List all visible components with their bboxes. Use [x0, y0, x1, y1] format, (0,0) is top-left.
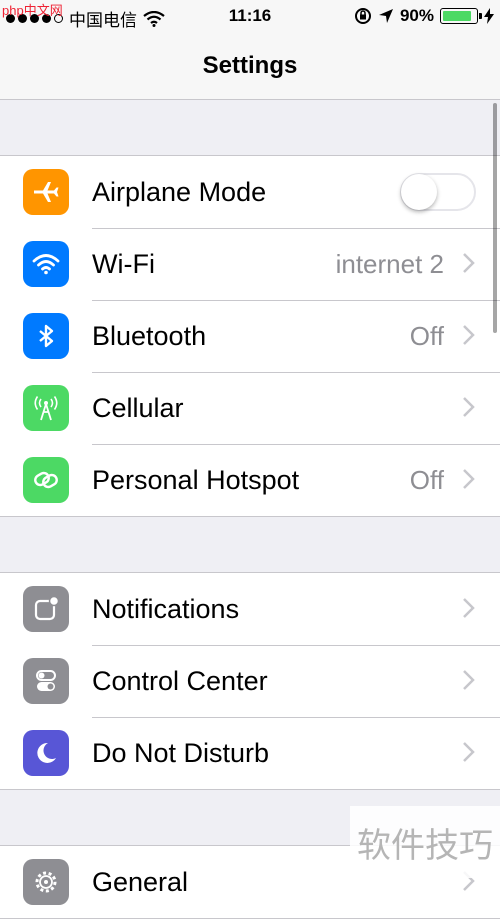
settings-row-bluetooth[interactable]: Bluetooth Off [0, 300, 500, 372]
bluetooth-icon [23, 313, 69, 359]
airplane-icon [23, 169, 69, 215]
control-center-icon [23, 658, 69, 704]
settings-row-do-not-disturb[interactable]: Do Not Disturb [0, 717, 500, 789]
row-value: Off [409, 321, 444, 351]
settings-row-personal-hotspot[interactable]: Personal Hotspot Off [0, 444, 500, 516]
location-arrow-icon [378, 9, 393, 23]
status-right: 90% [354, 6, 494, 26]
settings-list: Airplane Mode Wi-Fi internet 2 Bluetooth… [0, 100, 500, 919]
row-label: Cellular [92, 393, 184, 423]
settings-row-airplane-mode[interactable]: Airplane Mode [0, 156, 500, 228]
row-label: Personal Hotspot [92, 465, 300, 495]
scrollbar[interactable] [493, 103, 497, 333]
settings-row-control-center[interactable]: Control Center [0, 645, 500, 717]
battery-icon [440, 8, 482, 24]
settings-row-wifi[interactable]: Wi-Fi internet 2 [0, 228, 500, 300]
row-label: General [92, 867, 189, 897]
chevron-right-icon [463, 253, 475, 273]
settings-group-system: Notifications Control Center Do Not Dist… [0, 572, 500, 790]
cellular-antenna-icon [23, 385, 69, 431]
row-value: internet 2 [335, 249, 444, 279]
watermark-text: 软件技巧 [350, 806, 500, 878]
chevron-right-icon [463, 469, 475, 489]
row-label: Airplane Mode [92, 177, 267, 207]
row-label: Notifications [92, 594, 240, 624]
hotspot-icon [23, 457, 69, 503]
page-title: Settings [202, 52, 298, 79]
chevron-right-icon [463, 670, 475, 690]
row-label: Control Center [92, 666, 268, 696]
gear-icon [23, 859, 69, 905]
settings-group-connectivity: Airplane Mode Wi-Fi internet 2 Bluetooth… [0, 155, 500, 517]
row-label: Bluetooth [92, 321, 207, 351]
settings-row-notifications[interactable]: Notifications [0, 573, 500, 645]
rotation-lock-icon [354, 8, 371, 24]
moon-icon [23, 730, 69, 776]
settings-row-cellular[interactable]: Cellular [0, 372, 500, 444]
row-label: Do Not Disturb [92, 738, 270, 768]
notifications-icon [23, 586, 69, 632]
chevron-right-icon [463, 397, 475, 417]
row-value: Off [409, 465, 444, 495]
chevron-right-icon [463, 598, 475, 618]
navigation-bar: Settings [0, 34, 500, 100]
chevron-right-icon [463, 742, 475, 762]
chevron-right-icon [463, 325, 475, 345]
battery-percent: 90% [399, 6, 434, 25]
row-label: Wi-Fi [92, 249, 155, 279]
airplane-mode-toggle[interactable] [400, 173, 476, 211]
status-bar: 中国电信 php中文网 11:16 90% [0, 0, 500, 34]
charging-bolt-icon [484, 8, 494, 24]
wifi-icon [23, 241, 69, 287]
